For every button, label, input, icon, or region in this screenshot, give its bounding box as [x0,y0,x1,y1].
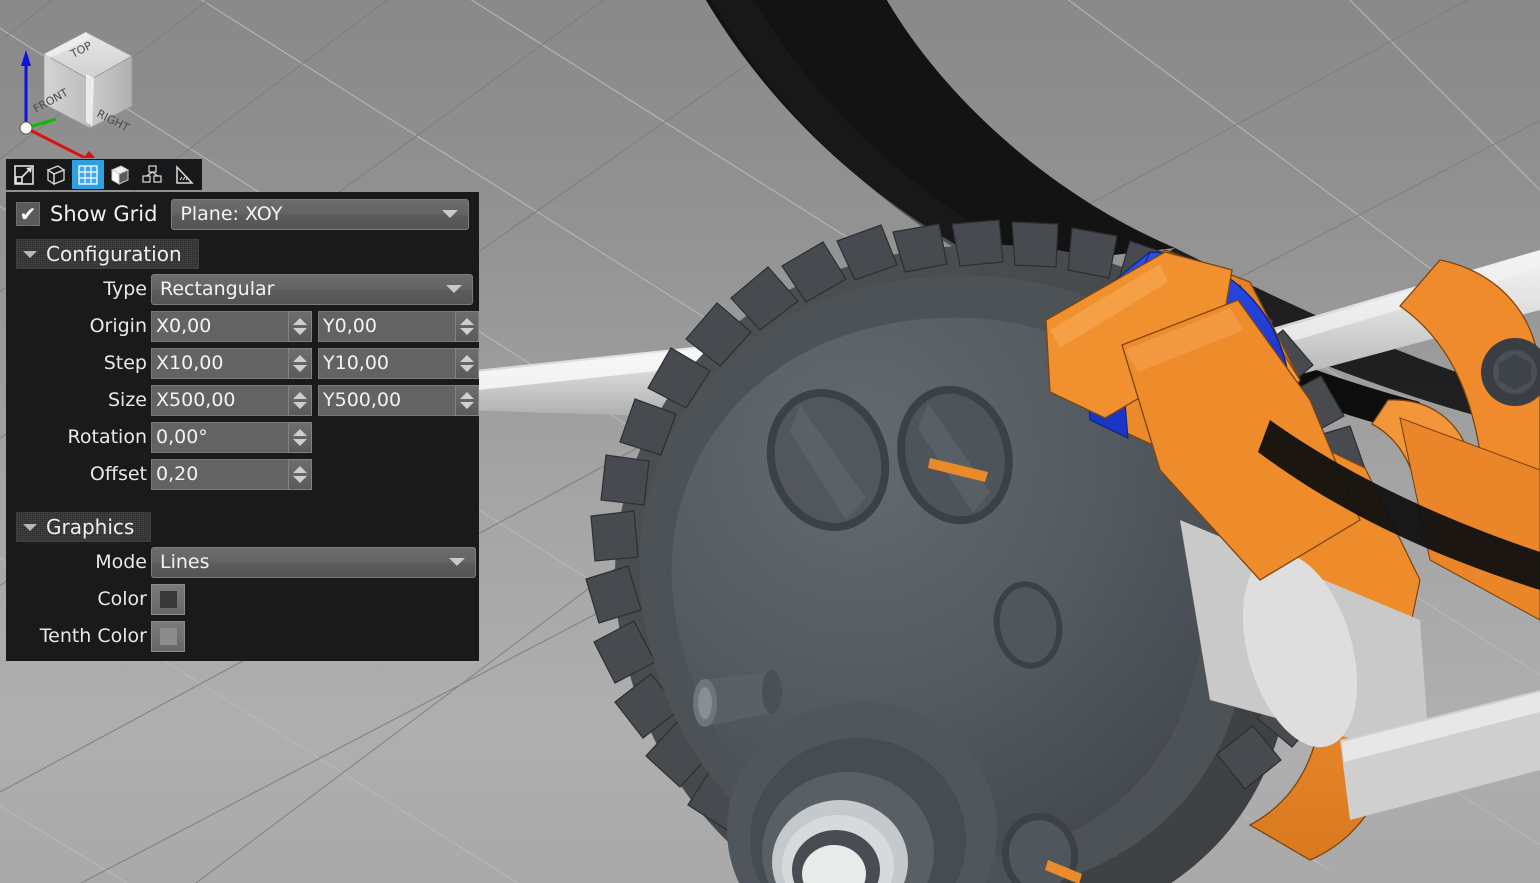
size-y-stepper[interactable] [455,384,479,416]
stepper-up-icon[interactable] [293,354,307,362]
fit-all-icon[interactable] [8,160,40,189]
measure-icon[interactable] [168,160,200,189]
step-y-input[interactable]: Y10,00 [318,347,455,379]
origin-x-field[interactable]: X0,00 [151,310,312,342]
stepper-up-icon[interactable] [293,317,307,325]
origin-x-stepper[interactable] [288,310,312,342]
rotation-stepper[interactable] [288,421,312,453]
type-label: Type [103,277,147,300]
rotation-input[interactable]: 0,00° [151,421,288,453]
tenth-color-row: Tenth Color [6,619,479,653]
origin-y-input[interactable]: Y0,00 [318,310,455,342]
tenth-color-label: Tenth Color [39,624,147,647]
origin-label: Origin [89,314,147,337]
stepper-down-icon[interactable] [293,364,307,372]
type-dropdown-value: Rectangular [160,278,275,300]
rotation-label: Rotation [67,425,147,448]
stepper-down-icon[interactable] [460,401,474,409]
tenth-color-swatch [159,627,177,645]
stepper-down-icon[interactable] [293,401,307,409]
size-x-stepper[interactable] [288,384,312,416]
stepper-down-icon[interactable] [293,475,307,483]
type-dropdown[interactable]: Rectangular [151,273,473,305]
origin-row: Origin X0,00 Y0,00 [6,309,479,343]
origin-y-field[interactable]: Y0,00 [318,310,479,342]
step-x-field[interactable]: X10,00 [151,347,312,379]
size-x-field[interactable]: X500,00 [151,384,312,416]
color-label: Color [97,587,147,610]
stepper-up-icon[interactable] [460,354,474,362]
origin-y-stepper[interactable] [455,310,479,342]
size-x-input[interactable]: X500,00 [151,384,288,416]
navigation-cube[interactable]: TOP FRONT RIGHT [0,8,175,158]
stepper-up-icon[interactable] [293,391,307,399]
plane-dropdown[interactable]: Plane: XOY [171,198,470,230]
stepper-down-icon[interactable] [293,438,307,446]
step-row: Step X10,00 Y10,00 [6,346,479,380]
mode-dropdown-value: Lines [160,551,210,573]
rotation-row: Rotation 0,00° [6,420,479,454]
size-row: Size X500,00 Y500,00 [6,383,479,417]
configuration-section-row: Configuration [6,236,479,272]
clipping-icon[interactable] [136,160,168,189]
graphics-section-label: Graphics [46,515,135,539]
stepper-up-icon[interactable] [293,428,307,436]
offset-label: Offset [89,462,147,485]
freecad-window: TOP FRONT RIGHT ✔ Show Grid Plane: XOY C… [0,0,1540,883]
show-grid-row: ✔ Show Grid Plane: XOY [6,198,479,230]
color-row: Color [6,582,479,616]
grid-icon[interactable] [72,160,104,189]
rotation-field[interactable]: 0,00° [151,421,312,453]
stepper-up-icon[interactable] [460,391,474,399]
step-y-stepper[interactable] [455,347,479,379]
chevron-down-icon [449,558,465,566]
size-y-input[interactable]: Y500,00 [318,384,455,416]
mode-row: Mode Lines [6,545,479,579]
stepper-down-icon[interactable] [460,327,474,335]
offset-row: Offset 0,20 [6,457,479,491]
show-grid-checkbox[interactable]: ✔ [16,202,40,226]
origin-x-input[interactable]: X0,00 [151,310,288,342]
graphics-section-header[interactable]: Graphics [16,512,152,542]
configuration-section-header[interactable]: Configuration [16,239,199,269]
stepper-down-icon[interactable] [460,364,474,372]
step-label: Step [103,351,147,374]
view-toolbar[interactable] [6,159,202,190]
stepper-down-icon[interactable] [293,327,307,335]
mode-label: Mode [95,550,147,573]
stepper-up-icon[interactable] [460,317,474,325]
chevron-down-icon [442,210,459,218]
offset-input[interactable]: 0,20 [151,458,288,490]
size-label: Size [107,388,147,411]
offset-stepper[interactable] [288,458,312,490]
size-y-field[interactable]: Y500,00 [318,384,479,416]
draw-style-icon[interactable] [104,160,136,189]
color-picker-button[interactable] [151,583,185,615]
mode-dropdown[interactable]: Lines [151,546,476,578]
plane-dropdown-value: Plane: XOY [180,203,283,225]
stepper-up-icon[interactable] [293,465,307,473]
color-swatch [159,590,177,608]
chevron-down-icon [23,250,37,258]
configuration-section-label: Configuration [46,242,182,266]
grid-settings-panel[interactable]: ✔ Show Grid Plane: XOY Configuration Typ… [6,192,479,661]
type-row: Type Rectangular [6,272,479,306]
step-x-stepper[interactable] [288,347,312,379]
step-x-input[interactable]: X10,00 [151,347,288,379]
offset-field[interactable]: 0,20 [151,458,312,490]
bounding-box-icon[interactable] [40,160,72,189]
step-y-field[interactable]: Y10,00 [318,347,479,379]
chevron-down-icon [446,285,462,293]
show-grid-label: Show Grid [50,202,158,226]
chevron-down-icon [23,523,37,531]
graphics-section-row: Graphics [6,509,479,545]
tenth-color-picker-button[interactable] [151,620,185,652]
